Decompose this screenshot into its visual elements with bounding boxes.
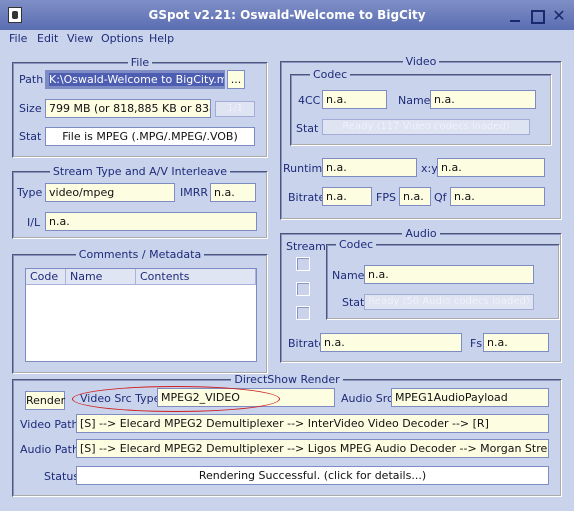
audio-stat-value: Ready (50 Audio codecs loaded) — [368, 296, 530, 307]
fourcc-field[interactable]: n.a. — [322, 90, 387, 109]
type-field[interactable]: video/mpeg — [45, 183, 175, 202]
status-label: Status — [44, 470, 80, 483]
imrr-label: IMRR — [180, 186, 209, 199]
audio-name-field[interactable]: n.a. — [364, 265, 534, 284]
title-bar[interactable]: GSpot v2.21: Oswald-Welcome to BigCity ✕ — [0, 0, 574, 30]
file-stat-field: File is MPEG (.MPG/.MPEG/.VOB) — [45, 127, 255, 146]
video-stat-value: Ready (117 Video codecs loaded) — [342, 121, 510, 132]
size-ratio-button[interactable]: 1/1 — [215, 101, 255, 117]
size-ratio-label: 1/1 — [226, 103, 244, 114]
video-name-field[interactable]: n.a. — [430, 90, 536, 109]
path-field[interactable]: K:\Oswald-Welcome to BigCity.mpg — [45, 70, 225, 89]
audio-src-label: Audio Src — [341, 392, 394, 405]
video-codec-legend: Codec — [313, 68, 348, 81]
fs-label: Fs — [470, 337, 483, 350]
audio-stream-checkbox-2[interactable] — [296, 282, 310, 296]
xy-label: x:y — [421, 162, 438, 175]
menu-file[interactable]: File — [9, 32, 27, 45]
audio-stream-label: Stream — [286, 240, 326, 253]
audio-path-label: Audio Path — [20, 443, 79, 456]
audio-path-field[interactable]: [S] --> Elecard MPEG2 Demultiplexer --> … — [76, 439, 549, 458]
video-path-field[interactable]: [S] --> Elecard MPEG2 Demultiplexer --> … — [76, 414, 549, 433]
close-button[interactable]: ✕ — [552, 8, 566, 24]
video-bitrate-field[interactable]: n.a. — [322, 187, 372, 206]
audio-src-field[interactable]: MPEG1AudioPayload — [391, 388, 549, 407]
qf-label: Qf — [434, 191, 447, 204]
size-label: Size — [19, 102, 42, 115]
menu-edit[interactable]: Edit — [37, 32, 58, 45]
menu-view[interactable]: View — [67, 32, 93, 45]
video-path-label: Video Path — [20, 418, 79, 431]
fs-field[interactable]: n.a. — [483, 333, 549, 352]
file-legend: File — [130, 56, 150, 69]
runtime-field[interactable]: n.a. — [322, 158, 417, 177]
browse-button[interactable]: ... — [227, 70, 245, 89]
column-contents[interactable]: Contents — [136, 269, 256, 285]
video-name-label: Name — [398, 94, 431, 107]
comments-list[interactable]: Code Name Contents — [25, 268, 257, 362]
size-field[interactable]: 799 MB (or 818,885 KB or 838,53 — [45, 99, 211, 118]
column-name[interactable]: Name — [66, 269, 136, 285]
video-stat-label: Stat — [296, 122, 319, 135]
type-label: Type — [17, 186, 43, 199]
audio-name-label: Name — [332, 269, 365, 282]
fps-label: FPS — [376, 191, 396, 204]
column-code[interactable]: Code — [26, 269, 66, 285]
render-button[interactable]: Render — [25, 391, 65, 410]
video-bitrate-label: Bitrate — [288, 191, 326, 204]
stream-legend: Stream Type and A/V Interleave — [52, 165, 228, 178]
path-value: K:\Oswald-Welcome to BigCity.mpg — [49, 73, 224, 86]
qf-field[interactable]: n.a. — [450, 187, 545, 206]
window-title: GSpot v2.21: Oswald-Welcome to BigCity — [148, 8, 426, 22]
comments-legend: Comments / Metadata — [78, 248, 202, 261]
il-field[interactable]: n.a. — [45, 212, 257, 231]
video-legend: Video — [405, 55, 437, 68]
xy-field[interactable]: n.a. — [437, 158, 545, 177]
red-highlight-oval — [72, 386, 280, 412]
audio-stream-checkbox-1[interactable] — [296, 257, 310, 271]
imrr-field[interactable]: n.a. — [210, 183, 256, 202]
minimize-button[interactable] — [508, 9, 522, 23]
maximize-button[interactable] — [530, 9, 545, 24]
audio-stat-label: Stat — [342, 296, 365, 309]
fps-field[interactable]: n.a. — [399, 187, 431, 206]
menu-options[interactable]: Options — [101, 32, 143, 45]
video-stat-field: Ready (117 Video codecs loaded) — [322, 119, 530, 135]
menu-help[interactable]: Help — [149, 32, 174, 45]
status-field[interactable]: Rendering Successful. (click for details… — [76, 466, 549, 485]
menu-bar: File Edit View Options Help — [0, 30, 574, 50]
audio-bitrate-field[interactable]: n.a. — [320, 333, 462, 352]
stat-label: Stat — [19, 130, 42, 143]
directshow-legend: DirectShow Render — [234, 373, 340, 386]
path-label: Path — [19, 73, 44, 86]
audio-codec-legend: Codec — [339, 238, 374, 251]
fourcc-label: 4CC — [298, 94, 321, 107]
il-label: I/L — [27, 216, 41, 229]
audio-stream-checkbox-3[interactable] — [296, 306, 310, 320]
audio-stat-field: Ready (50 Audio codecs loaded) — [364, 294, 534, 310]
